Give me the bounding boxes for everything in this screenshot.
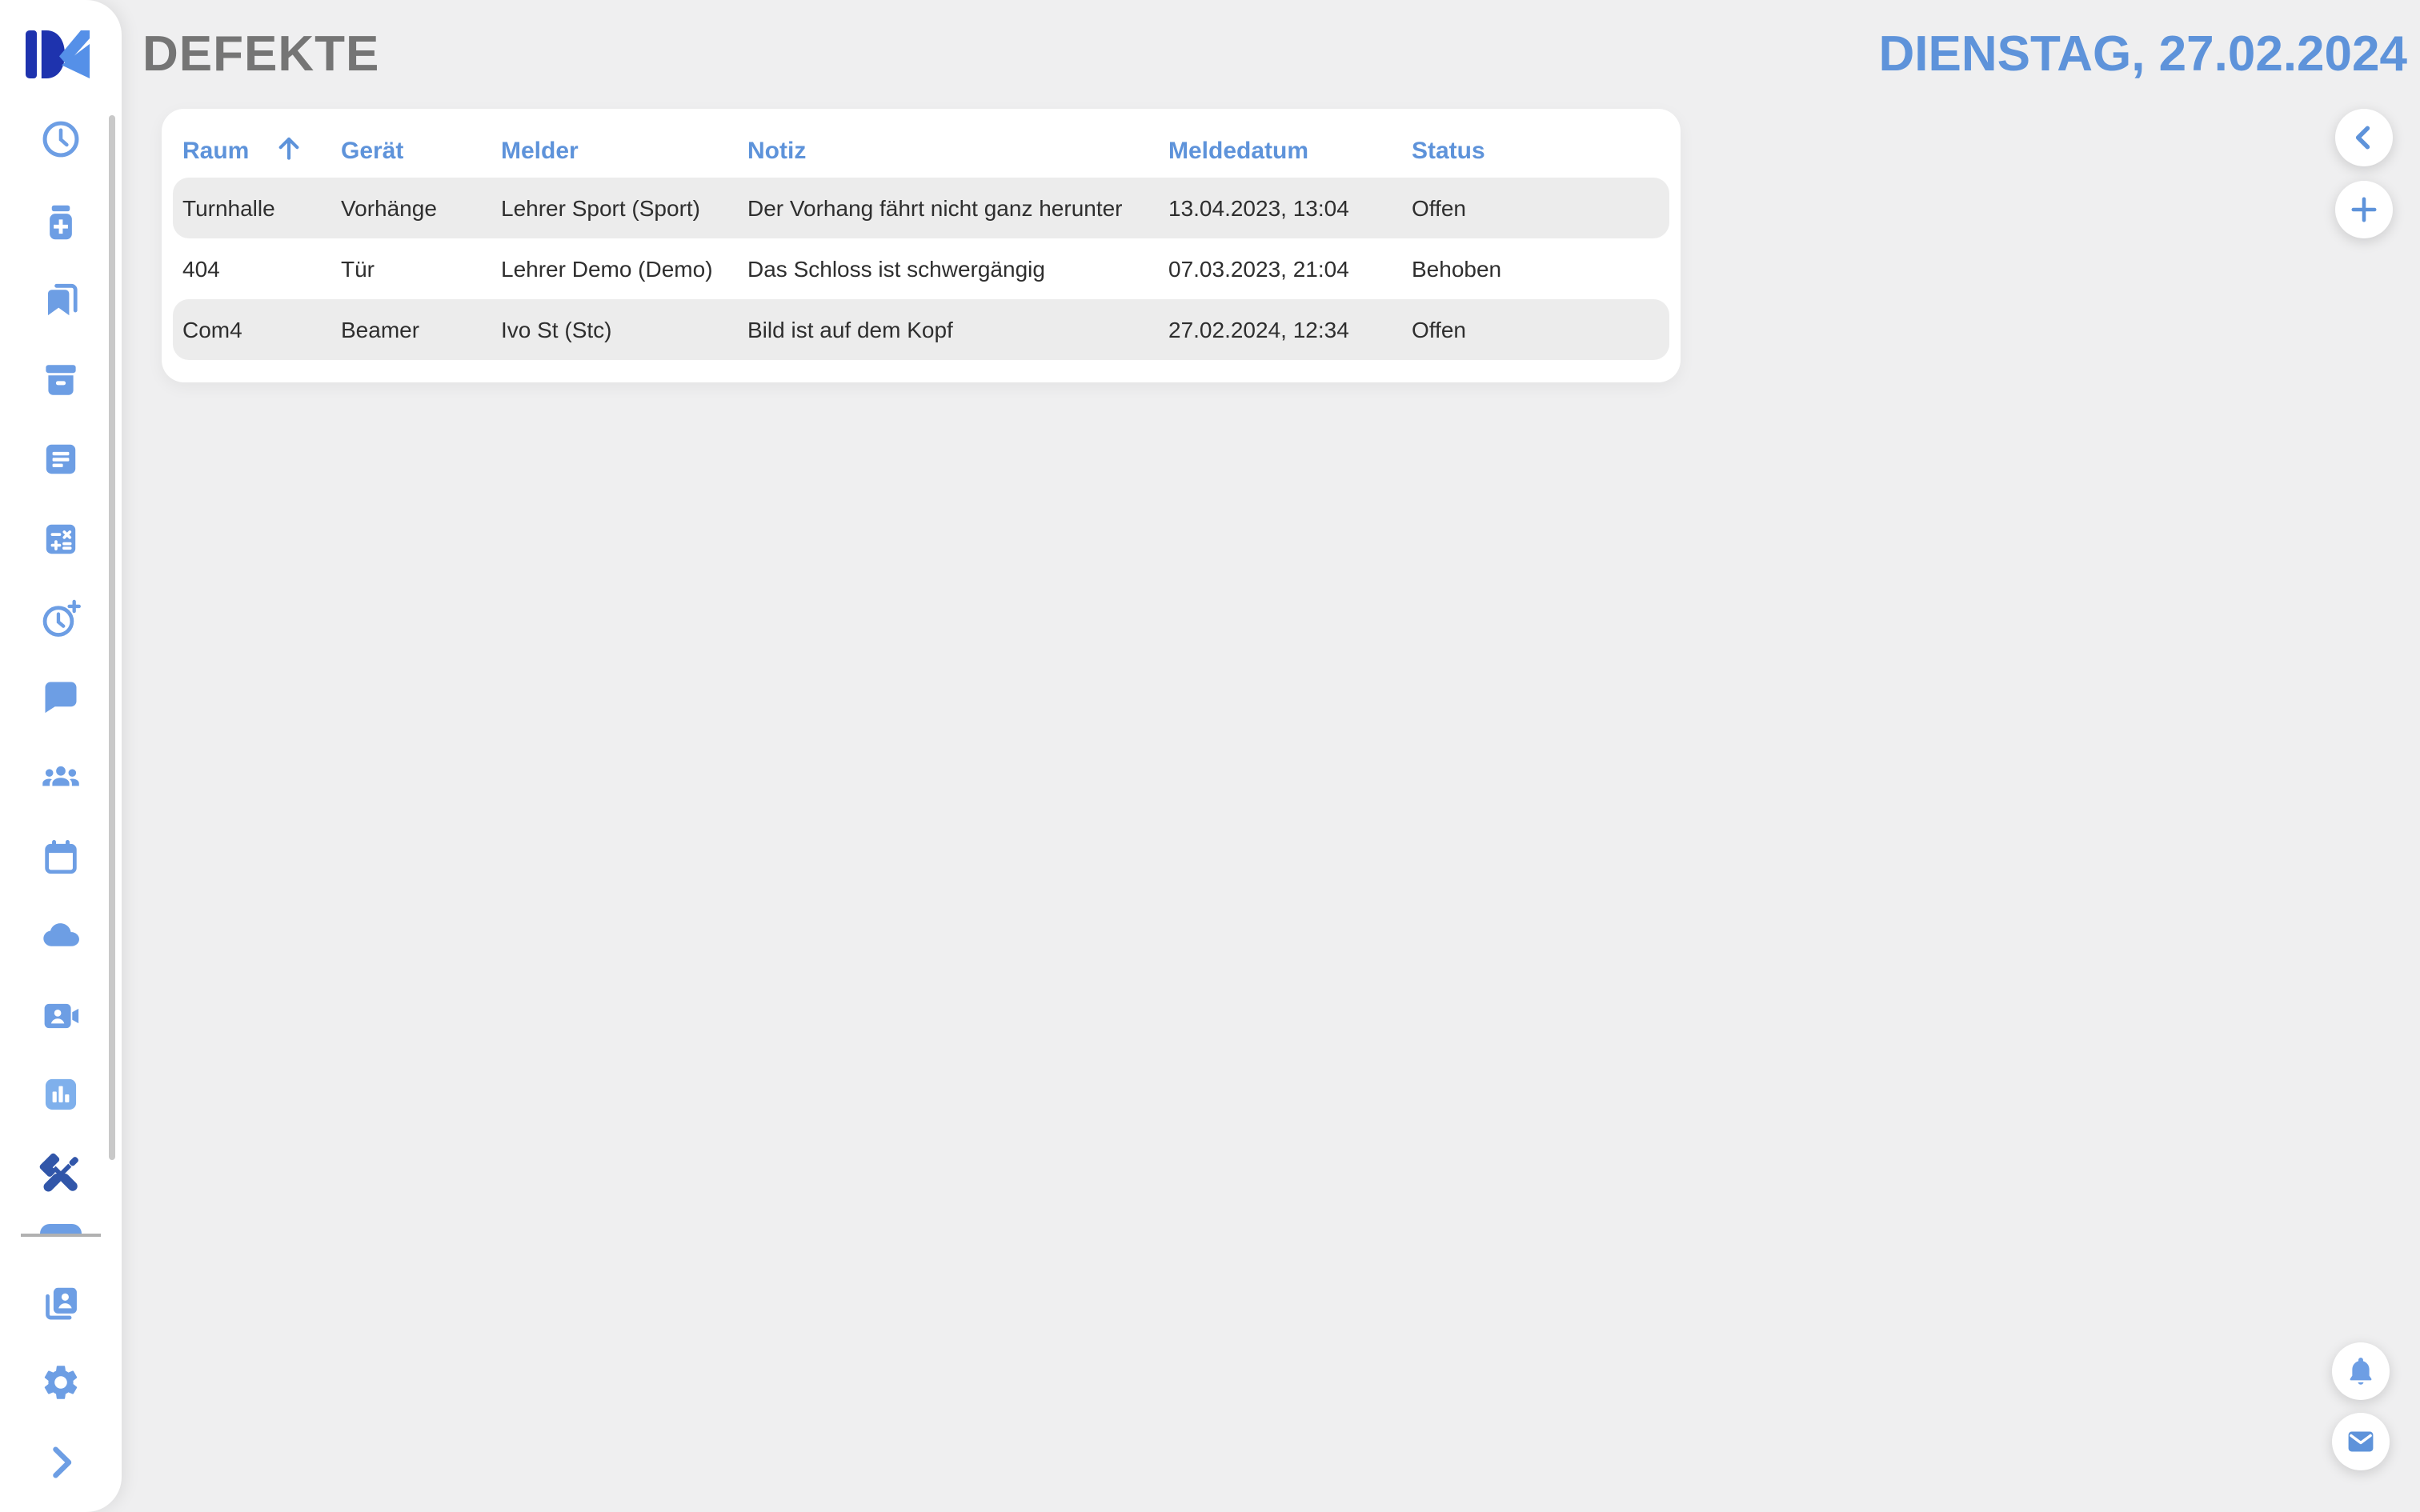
cell-status: Offen	[1412, 317, 1669, 342]
defects-table-card: Raum Gerät Melder Notiz Meldedatum Statu…	[162, 109, 1681, 382]
archive-icon	[40, 358, 82, 400]
more-time-icon	[40, 598, 82, 640]
sort-ascending-icon	[273, 132, 303, 169]
gear-icon	[40, 1362, 82, 1403]
sidebar-scrollbar[interactable]	[109, 115, 115, 1160]
column-header-notiz[interactable]: Notiz	[747, 137, 1168, 164]
bookmarks-icon	[40, 278, 82, 320]
column-header-status[interactable]: Status	[1412, 137, 1669, 164]
cell-meldedatum: 07.03.2023, 21:04	[1168, 256, 1412, 282]
video-call-icon	[40, 995, 82, 1037]
sidebar	[0, 0, 122, 1512]
sidebar-item-contacts[interactable]	[40, 1282, 82, 1323]
sidebar-divider	[21, 1234, 101, 1237]
cell-raum: 404	[182, 256, 341, 282]
medication-icon	[40, 202, 82, 243]
cell-meldedatum: 13.04.2023, 13:04	[1168, 195, 1412, 221]
page-title: DEFEKTE	[142, 26, 379, 83]
column-label: Gerät	[341, 137, 403, 164]
mail-button[interactable]	[2332, 1413, 2390, 1470]
cell-notiz: Das Schloss ist schwergängig	[747, 256, 1168, 282]
history-clock-icon	[40, 118, 82, 160]
bell-icon	[2343, 1354, 2378, 1389]
hidden-scrolled-icon	[40, 1224, 82, 1234]
cell-geraet: Beamer	[341, 317, 501, 342]
sidebar-item-expand[interactable]	[40, 1442, 82, 1483]
bar-chart-icon	[40, 1074, 82, 1115]
sidebar-item-settings[interactable]	[40, 1362, 82, 1403]
cell-status: Behoben	[1412, 256, 1669, 282]
sidebar-item-calculator[interactable]	[40, 518, 82, 560]
column-label: Status	[1412, 137, 1485, 164]
table-header-row: Raum Gerät Melder Notiz Meldedatum Statu…	[173, 123, 1669, 178]
sidebar-item-medication[interactable]	[40, 202, 82, 243]
sidebar-item-calendar[interactable]	[40, 837, 82, 878]
column-label: Notiz	[747, 137, 806, 164]
cell-status: Offen	[1412, 195, 1669, 221]
cell-raum: Com4	[182, 317, 341, 342]
chevron-right-icon	[40, 1442, 82, 1483]
add-entry-button[interactable]	[2335, 181, 2393, 238]
sidebar-item-more-time[interactable]	[40, 598, 82, 640]
cell-geraet: Vorhänge	[341, 195, 501, 221]
sidebar-item-chat[interactable]	[40, 677, 82, 718]
column-header-meldedatum[interactable]: Meldedatum	[1168, 137, 1412, 164]
table-row[interactable]: Com4 Beamer Ivo St (Stc) Bild ist auf de…	[173, 299, 1669, 360]
cell-melder: Lehrer Demo (Demo)	[501, 256, 747, 282]
calendar-icon	[40, 837, 82, 878]
plus-icon	[2346, 192, 2382, 227]
sidebar-item-bookmarks[interactable]	[40, 278, 82, 320]
column-label: Melder	[501, 137, 579, 164]
cell-notiz: Bild ist auf dem Kopf	[747, 317, 1168, 342]
column-header-raum[interactable]: Raum	[182, 132, 341, 169]
cell-meldedatum: 27.02.2024, 12:34	[1168, 317, 1412, 342]
cell-melder: Lehrer Sport (Sport)	[501, 195, 747, 221]
notifications-button[interactable]	[2332, 1342, 2390, 1400]
chevron-left-icon	[2346, 120, 2382, 155]
groups-icon	[40, 757, 82, 798]
sidebar-item-cloud[interactable]	[40, 914, 82, 955]
app-logo	[26, 30, 90, 78]
cell-raum: Turnhalle	[182, 195, 341, 221]
sidebar-item-groups[interactable]	[40, 757, 82, 798]
cell-geraet: Tür	[341, 256, 501, 282]
cloud-icon	[40, 914, 82, 955]
cell-notiz: Der Vorhang fährt nicht ganz herunter	[747, 195, 1168, 221]
collapse-panel-button[interactable]	[2335, 109, 2393, 166]
cell-melder: Ivo St (Stc)	[501, 317, 747, 342]
mail-icon	[2343, 1424, 2378, 1459]
column-label: Meldedatum	[1168, 137, 1308, 164]
sidebar-item-bar-chart[interactable]	[40, 1074, 82, 1115]
table-row[interactable]: 404 Tür Lehrer Demo (Demo) Das Schloss i…	[173, 238, 1669, 299]
header-date: DIENSTAG, 27.02.2024	[1878, 26, 2407, 83]
sidebar-item-video-call[interactable]	[40, 995, 82, 1037]
sidebar-item-archive[interactable]	[40, 358, 82, 400]
tools-icon	[36, 1150, 86, 1199]
column-label: Raum	[182, 137, 249, 164]
article-icon	[40, 438, 82, 480]
contacts-icon	[40, 1282, 82, 1323]
sidebar-item-article[interactable]	[40, 438, 82, 480]
table-row[interactable]: Turnhalle Vorhänge Lehrer Sport (Sport) …	[173, 178, 1669, 238]
sidebar-item-history[interactable]	[40, 118, 82, 160]
app-window: DEFEKTE DIENSTAG, 27.02.2024 Raum Gerät …	[0, 0, 2420, 1512]
sidebar-item-tools-active[interactable]	[36, 1150, 86, 1199]
calculator-icon	[40, 518, 82, 560]
column-header-melder[interactable]: Melder	[501, 137, 747, 164]
column-header-geraet[interactable]: Gerät	[341, 137, 501, 164]
chat-icon	[40, 677, 82, 718]
